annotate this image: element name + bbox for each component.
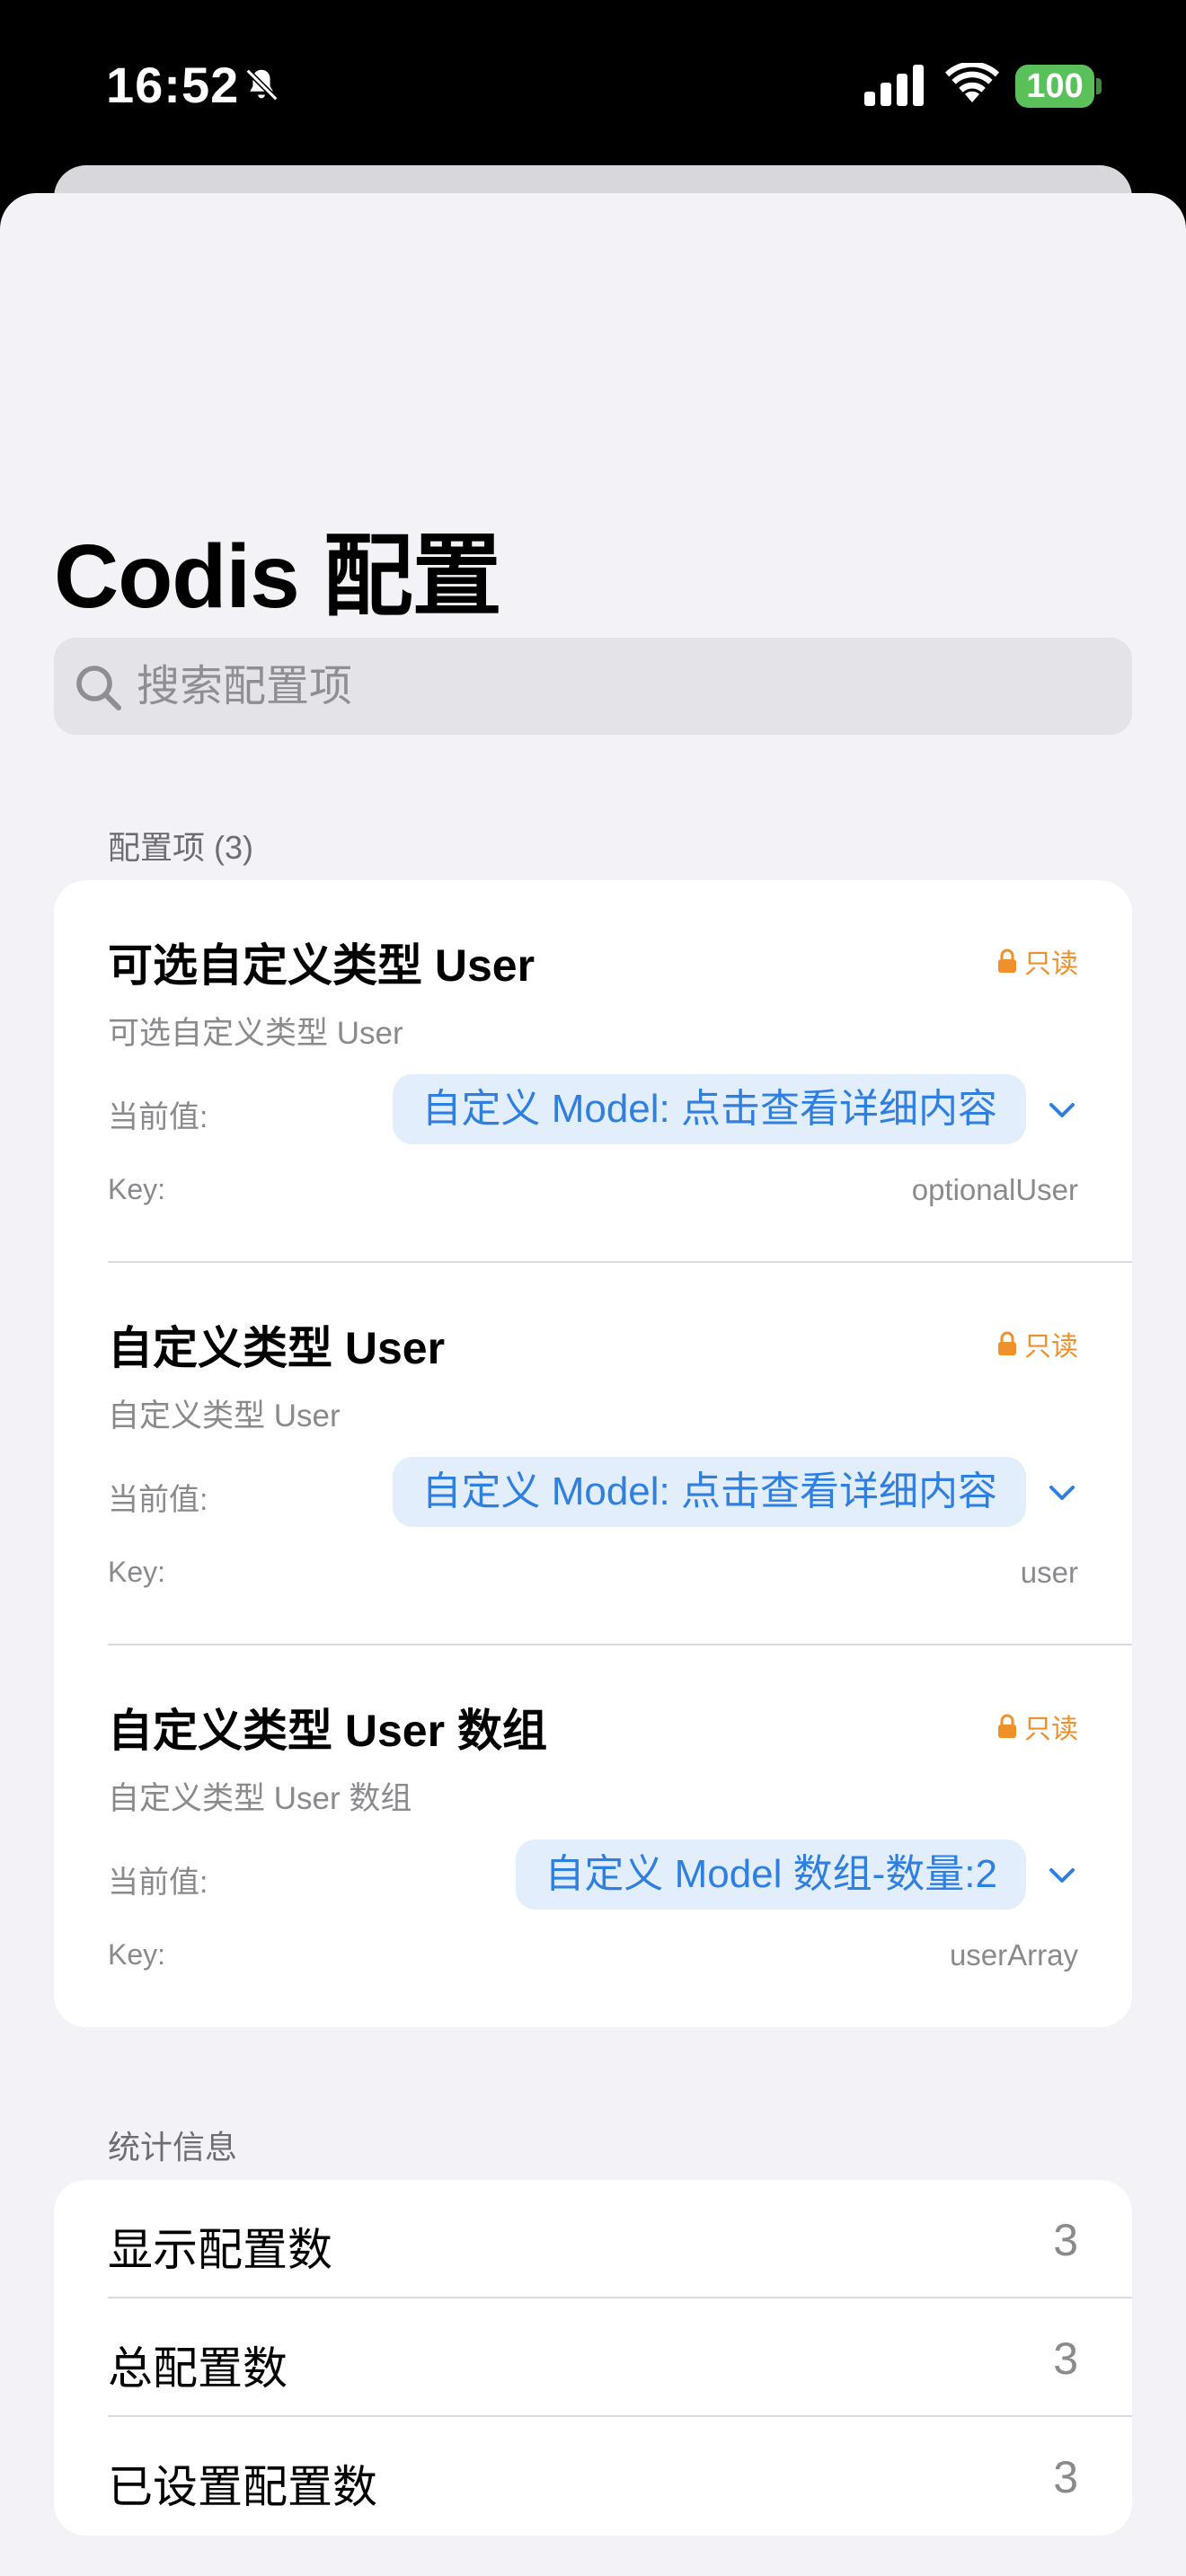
readonly-badge: 只读	[997, 1707, 1078, 1746]
config-item-user-array[interactable]: 自定义类型 User 数组 只读 自定义类型 User 数组 当前值: 自定义 …	[54, 1645, 1132, 2027]
value-button[interactable]: 自定义 Model 数组-数量:2	[516, 1839, 1026, 1910]
stat-row-displayed: 显示配置数 3	[54, 2180, 1132, 2298]
stat-label: 已设置配置数	[108, 2462, 377, 2512]
lock-icon	[998, 1714, 1016, 1738]
search-bar[interactable]	[54, 638, 1132, 735]
current-value-label: 当前值:	[108, 1866, 208, 1900]
stat-value: 3	[1053, 2333, 1078, 2384]
battery-level: 100	[1015, 65, 1094, 108]
readonly-label: 只读	[1024, 949, 1078, 979]
status-bar: 16:52 100	[0, 0, 1186, 171]
value-button[interactable]: 自定义 Model: 点击查看详细内容	[393, 1074, 1026, 1144]
stat-row-total: 总配置数 3	[54, 2298, 1132, 2417]
cellular-signal-icon	[864, 65, 924, 106]
search-icon	[76, 666, 121, 710]
battery-tip	[1096, 78, 1102, 94]
key-label: Key:	[108, 1556, 166, 1588]
key-label: Key:	[108, 1938, 166, 1971]
stat-label: 总配置数	[108, 2343, 288, 2394]
chevron-down-icon[interactable]	[1046, 1477, 1078, 1509]
lock-icon	[998, 1331, 1016, 1355]
config-item-title: 自定义类型 User 数组	[108, 1706, 547, 1756]
config-item-optional-user[interactable]: 可选自定义类型 User 只读 可选自定义类型 User 当前值: 自定义 Mo…	[54, 880, 1132, 1263]
config-item-subtitle: 可选自定义类型 User	[108, 1016, 403, 1051]
readonly-label: 只读	[1024, 1715, 1078, 1744]
key-label: Key:	[108, 1173, 166, 1205]
chevron-down-icon[interactable]	[1046, 1094, 1078, 1126]
search-input[interactable]	[137, 638, 1107, 735]
config-item-title: 自定义类型 User	[108, 1323, 446, 1373]
stats-section-header: 统计信息	[108, 2129, 238, 2166]
readonly-label: 只读	[1024, 1332, 1078, 1362]
key-value: userArray	[949, 1938, 1078, 1972]
key-value: optionalUser	[911, 1173, 1078, 1206]
config-section-header: 配置项 (3)	[108, 829, 254, 866]
stat-value: 3	[1053, 2215, 1078, 2265]
readonly-badge: 只读	[997, 1324, 1078, 1363]
battery-indicator: 100	[1015, 65, 1102, 108]
value-button[interactable]: 自定义 Model: 点击查看详细内容	[393, 1457, 1026, 1527]
stats-list: 显示配置数 3 总配置数 3 已设置配置数 3	[54, 2180, 1132, 2536]
chevron-down-icon[interactable]	[1046, 1859, 1078, 1892]
wifi-icon	[945, 63, 999, 102]
lock-icon	[998, 948, 1016, 973]
key-value: user	[1020, 1556, 1078, 1589]
current-value-label: 当前值:	[108, 1483, 208, 1517]
stat-label: 显示配置数	[108, 2225, 332, 2275]
stat-row-set: 已设置配置数 3	[54, 2417, 1132, 2536]
config-item-user[interactable]: 自定义类型 User 只读 自定义类型 User 当前值: 自定义 Model:…	[54, 1263, 1132, 1645]
config-item-title: 可选自定义类型 User	[108, 940, 535, 991]
current-value-label: 当前值:	[108, 1100, 208, 1134]
readonly-badge: 只读	[997, 941, 1078, 981]
status-time: 16:52	[106, 57, 240, 113]
config-item-subtitle: 自定义类型 User	[108, 1398, 341, 1434]
page-title: Codis 配置	[54, 526, 502, 627]
config-list: 可选自定义类型 User 只读 可选自定义类型 User 当前值: 自定义 Mo…	[54, 880, 1132, 2027]
stat-value: 3	[1053, 2452, 1078, 2502]
config-item-subtitle: 自定义类型 User 数组	[108, 1781, 412, 1816]
bell-slash-icon	[245, 68, 279, 101]
